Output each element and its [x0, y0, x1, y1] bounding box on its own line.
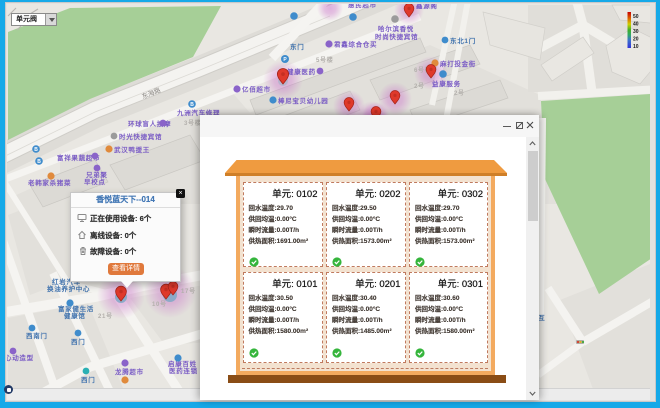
- svg-text:心动造型: 心动造型: [7, 353, 34, 362]
- svg-text:西门: 西门: [71, 337, 85, 346]
- svg-text:君鑫综合仓买: 君鑫综合仓买: [334, 40, 377, 49]
- svg-text:早校点: 早校点: [84, 177, 106, 186]
- svg-text:40: 40: [633, 22, 639, 28]
- svg-text:10: 10: [633, 44, 639, 50]
- svg-text:5号楼: 5号楼: [316, 56, 333, 64]
- svg-text:时尚快捷宾馆: 时尚快捷宾馆: [375, 32, 418, 41]
- svg-text:换油养护中心: 换油养护中心: [47, 284, 90, 293]
- svg-text:兄弟聚: 兄弟聚: [85, 170, 108, 179]
- svg-text:3号楼: 3号楼: [184, 119, 201, 127]
- svg-text:龙腾超市: 龙腾超市: [114, 367, 144, 376]
- svg-text:麻打投金街: 麻打投金街: [439, 59, 476, 68]
- svg-text:健康馆: 健康馆: [64, 311, 86, 320]
- svg-text:老韩家杀猪菜: 老韩家杀猪菜: [27, 178, 71, 187]
- svg-text:东门: 东门: [290, 42, 304, 51]
- svg-text:东北1门: 东北1门: [450, 36, 476, 45]
- svg-text:西门: 西门: [81, 375, 95, 384]
- svg-text:B: B: [190, 102, 194, 108]
- svg-text:启康百姓: 启康百姓: [168, 359, 197, 368]
- svg-text:2号: 2号: [414, 82, 425, 90]
- svg-text:医药连锁: 医药连锁: [169, 366, 198, 375]
- svg-text:惠民超市: 惠民超市: [348, 4, 377, 9]
- svg-text:10号: 10号: [152, 300, 167, 308]
- svg-text:B: B: [34, 147, 38, 153]
- svg-text:鑫源阁: 鑫源阁: [415, 4, 438, 10]
- svg-text:17号: 17号: [181, 287, 196, 295]
- svg-text:2号: 2号: [454, 89, 465, 97]
- svg-text:时光快捷宾馆: 时光快捷宾馆: [119, 132, 162, 141]
- svg-text:30: 30: [633, 29, 639, 35]
- svg-text:西南门: 西南门: [26, 331, 48, 340]
- svg-text:益康服务: 益康服务: [432, 79, 461, 88]
- svg-text:棒尼宝贝幼儿园: 棒尼宝贝幼儿园: [278, 96, 328, 105]
- svg-text:20: 20: [633, 37, 639, 43]
- svg-text:亿佰超市: 亿佰超市: [242, 85, 271, 94]
- svg-text:富家健生活: 富家健生活: [58, 304, 94, 313]
- svg-text:B: B: [37, 159, 41, 165]
- svg-text:健康医药: 健康医药: [287, 67, 316, 76]
- svg-text:21号: 21号: [98, 312, 113, 320]
- svg-text:武汉鸭援王: 武汉鸭援王: [114, 145, 150, 154]
- svg-text:50: 50: [633, 14, 639, 20]
- svg-text:哈尔滨香悦: 哈尔滨香悦: [378, 24, 414, 33]
